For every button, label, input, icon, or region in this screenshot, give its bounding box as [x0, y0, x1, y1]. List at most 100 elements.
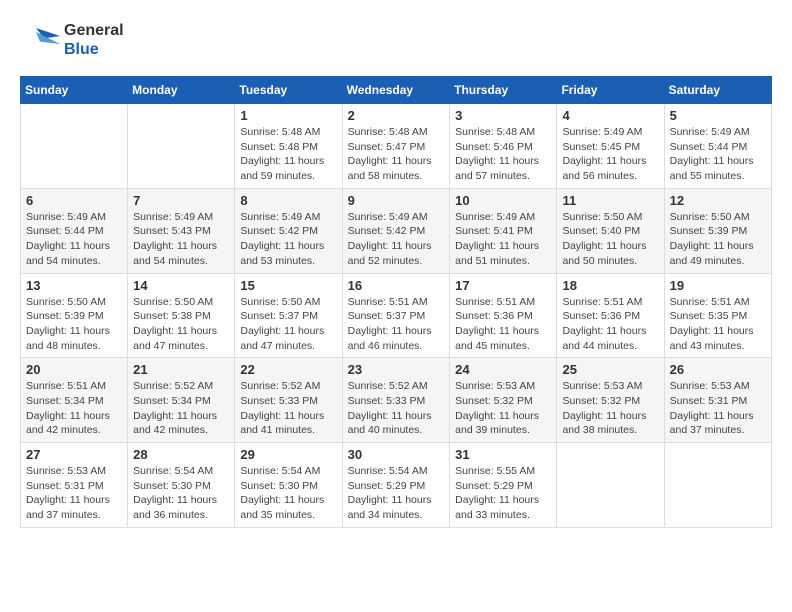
day-info: Sunrise: 5:50 AM Sunset: 5:37 PM Dayligh…: [240, 295, 336, 354]
day-info: Sunrise: 5:51 AM Sunset: 5:35 PM Dayligh…: [670, 295, 766, 354]
weekday-header-monday: Monday: [128, 77, 235, 104]
week-row-5: 27 Sunrise: 5:53 AM Sunset: 5:31 PM Dayli…: [21, 443, 772, 528]
day-number: 19: [670, 278, 766, 293]
day-number: 12: [670, 193, 766, 208]
header: GeneralBlue: [20, 20, 772, 60]
week-row-3: 13Sunrise: 5:50 AM Sunset: 5:39 PM Dayli…: [21, 273, 772, 358]
week-row-1: 1Sunrise: 5:48 AM Sunset: 5:48 PM Daylig…: [21, 104, 772, 189]
day-info: Sunrise: 5:54 AM Sunset: 5:30 PM Dayligh…: [133, 464, 229, 523]
calendar-cell: 4Sunrise: 5:49 AM Sunset: 5:45 PM Daylig…: [557, 104, 664, 189]
calendar-cell: 3Sunrise: 5:48 AM Sunset: 5:46 PM Daylig…: [450, 104, 557, 189]
day-info: Sunrise: 5:49 AM Sunset: 5:44 PM Dayligh…: [26, 210, 122, 269]
week-row-2: 6 Sunrise: 5:49 AM Sunset: 5:44 PM Daylig…: [21, 188, 772, 273]
calendar-cell: 1Sunrise: 5:48 AM Sunset: 5:48 PM Daylig…: [235, 104, 342, 189]
day-info: Sunrise: 5:49 AM Sunset: 5:45 PM Dayligh…: [562, 125, 658, 184]
calendar-cell: [128, 104, 235, 189]
calendar-cell: 21 Sunrise: 5:52 AM Sunset: 5:34 PM Dayli…: [128, 358, 235, 443]
day-info: Sunrise: 5:48 AM Sunset: 5:47 PM Dayligh…: [348, 125, 445, 184]
day-number: 25: [562, 362, 658, 377]
day-number: 18: [562, 278, 658, 293]
day-number: 6: [26, 193, 122, 208]
day-number: 26: [670, 362, 766, 377]
day-info: Sunrise: 5:52 AM Sunset: 5:34 PM Dayligh…: [133, 379, 229, 438]
calendar-cell: 25 Sunrise: 5:53 AM Sunset: 5:32 PM Dayli…: [557, 358, 664, 443]
calendar-cell: 22Sunrise: 5:52 AM Sunset: 5:33 PM Dayli…: [235, 358, 342, 443]
day-info: Sunrise: 5:50 AM Sunset: 5:39 PM Dayligh…: [670, 210, 766, 269]
day-info: Sunrise: 5:54 AM Sunset: 5:30 PM Dayligh…: [240, 464, 336, 523]
weekday-header-saturday: Saturday: [664, 77, 771, 104]
day-number: 7: [133, 193, 229, 208]
day-number: 27: [26, 447, 122, 462]
calendar-cell: 18 Sunrise: 5:51 AM Sunset: 5:36 PM Dayli…: [557, 273, 664, 358]
week-row-4: 20 Sunrise: 5:51 AM Sunset: 5:34 PM Dayli…: [21, 358, 772, 443]
calendar-cell: 13Sunrise: 5:50 AM Sunset: 5:39 PM Dayli…: [21, 273, 128, 358]
day-info: Sunrise: 5:53 AM Sunset: 5:31 PM Dayligh…: [26, 464, 122, 523]
day-info: Sunrise: 5:49 AM Sunset: 5:44 PM Dayligh…: [670, 125, 766, 184]
day-number: 2: [348, 108, 445, 123]
calendar-cell: 2 Sunrise: 5:48 AM Sunset: 5:47 PM Daylig…: [342, 104, 450, 189]
day-info: Sunrise: 5:49 AM Sunset: 5:42 PM Dayligh…: [348, 210, 445, 269]
calendar-cell: [557, 443, 664, 528]
day-number: 28: [133, 447, 229, 462]
day-info: Sunrise: 5:51 AM Sunset: 5:34 PM Dayligh…: [26, 379, 122, 438]
day-info: Sunrise: 5:51 AM Sunset: 5:36 PM Dayligh…: [455, 295, 551, 354]
day-number: 24: [455, 362, 551, 377]
day-number: 16: [348, 278, 445, 293]
day-info: Sunrise: 5:55 AM Sunset: 5:29 PM Dayligh…: [455, 464, 551, 523]
weekday-header-tuesday: Tuesday: [235, 77, 342, 104]
calendar-cell: 17 Sunrise: 5:51 AM Sunset: 5:36 PM Dayli…: [450, 273, 557, 358]
calendar-cell: 7Sunrise: 5:49 AM Sunset: 5:43 PM Daylig…: [128, 188, 235, 273]
day-number: 21: [133, 362, 229, 377]
day-number: 8: [240, 193, 336, 208]
calendar-table: SundayMondayTuesdayWednesdayThursdayFrid…: [20, 76, 772, 528]
logo-line2: Blue: [64, 40, 124, 59]
calendar-cell: 9Sunrise: 5:49 AM Sunset: 5:42 PM Daylig…: [342, 188, 450, 273]
calendar-cell: 27 Sunrise: 5:53 AM Sunset: 5:31 PM Dayli…: [21, 443, 128, 528]
calendar-cell: 10 Sunrise: 5:49 AM Sunset: 5:41 PM Dayli…: [450, 188, 557, 273]
calendar-cell: 23Sunrise: 5:52 AM Sunset: 5:33 PM Dayli…: [342, 358, 450, 443]
day-info: Sunrise: 5:50 AM Sunset: 5:40 PM Dayligh…: [562, 210, 658, 269]
calendar-cell: 12 Sunrise: 5:50 AM Sunset: 5:39 PM Dayli…: [664, 188, 771, 273]
calendar-cell: 16 Sunrise: 5:51 AM Sunset: 5:37 PM Dayli…: [342, 273, 450, 358]
calendar-cell: 29Sunrise: 5:54 AM Sunset: 5:30 PM Dayli…: [235, 443, 342, 528]
weekday-header-sunday: Sunday: [21, 77, 128, 104]
weekday-header-friday: Friday: [557, 77, 664, 104]
calendar-cell: 19 Sunrise: 5:51 AM Sunset: 5:35 PM Dayli…: [664, 273, 771, 358]
calendar-cell: 11Sunrise: 5:50 AM Sunset: 5:40 PM Dayli…: [557, 188, 664, 273]
calendar-cell: 14 Sunrise: 5:50 AM Sunset: 5:38 PM Dayli…: [128, 273, 235, 358]
calendar-cell: 26 Sunrise: 5:53 AM Sunset: 5:31 PM Dayli…: [664, 358, 771, 443]
calendar-cell: 20 Sunrise: 5:51 AM Sunset: 5:34 PM Dayli…: [21, 358, 128, 443]
logo-bird-icon: [20, 20, 60, 60]
day-number: 15: [240, 278, 336, 293]
day-info: Sunrise: 5:49 AM Sunset: 5:41 PM Dayligh…: [455, 210, 551, 269]
calendar-cell: 15 Sunrise: 5:50 AM Sunset: 5:37 PM Dayli…: [235, 273, 342, 358]
weekday-header-wednesday: Wednesday: [342, 77, 450, 104]
day-number: 14: [133, 278, 229, 293]
day-number: 22: [240, 362, 336, 377]
calendar-cell: 5Sunrise: 5:49 AM Sunset: 5:44 PM Daylig…: [664, 104, 771, 189]
calendar-cell: 31 Sunrise: 5:55 AM Sunset: 5:29 PM Dayli…: [450, 443, 557, 528]
calendar-cell: 6 Sunrise: 5:49 AM Sunset: 5:44 PM Daylig…: [21, 188, 128, 273]
day-info: Sunrise: 5:51 AM Sunset: 5:36 PM Dayligh…: [562, 295, 658, 354]
day-info: Sunrise: 5:51 AM Sunset: 5:37 PM Dayligh…: [348, 295, 445, 354]
day-number: 3: [455, 108, 551, 123]
day-info: Sunrise: 5:53 AM Sunset: 5:31 PM Dayligh…: [670, 379, 766, 438]
day-info: Sunrise: 5:53 AM Sunset: 5:32 PM Dayligh…: [562, 379, 658, 438]
day-number: 17: [455, 278, 551, 293]
calendar-cell: 24 Sunrise: 5:53 AM Sunset: 5:32 PM Dayli…: [450, 358, 557, 443]
logo-line1: General: [64, 21, 124, 40]
calendar-cell: 8Sunrise: 5:49 AM Sunset: 5:42 PM Daylig…: [235, 188, 342, 273]
day-number: 30: [348, 447, 445, 462]
day-info: Sunrise: 5:52 AM Sunset: 5:33 PM Dayligh…: [348, 379, 445, 438]
day-number: 20: [26, 362, 122, 377]
calendar-cell: 28 Sunrise: 5:54 AM Sunset: 5:30 PM Dayli…: [128, 443, 235, 528]
day-number: 10: [455, 193, 551, 208]
day-number: 31: [455, 447, 551, 462]
day-info: Sunrise: 5:50 AM Sunset: 5:38 PM Dayligh…: [133, 295, 229, 354]
calendar-cell: [664, 443, 771, 528]
day-info: Sunrise: 5:53 AM Sunset: 5:32 PM Dayligh…: [455, 379, 551, 438]
day-number: 13: [26, 278, 122, 293]
logo: GeneralBlue: [20, 20, 124, 60]
calendar-cell: 30Sunrise: 5:54 AM Sunset: 5:29 PM Dayli…: [342, 443, 450, 528]
day-number: 1: [240, 108, 336, 123]
